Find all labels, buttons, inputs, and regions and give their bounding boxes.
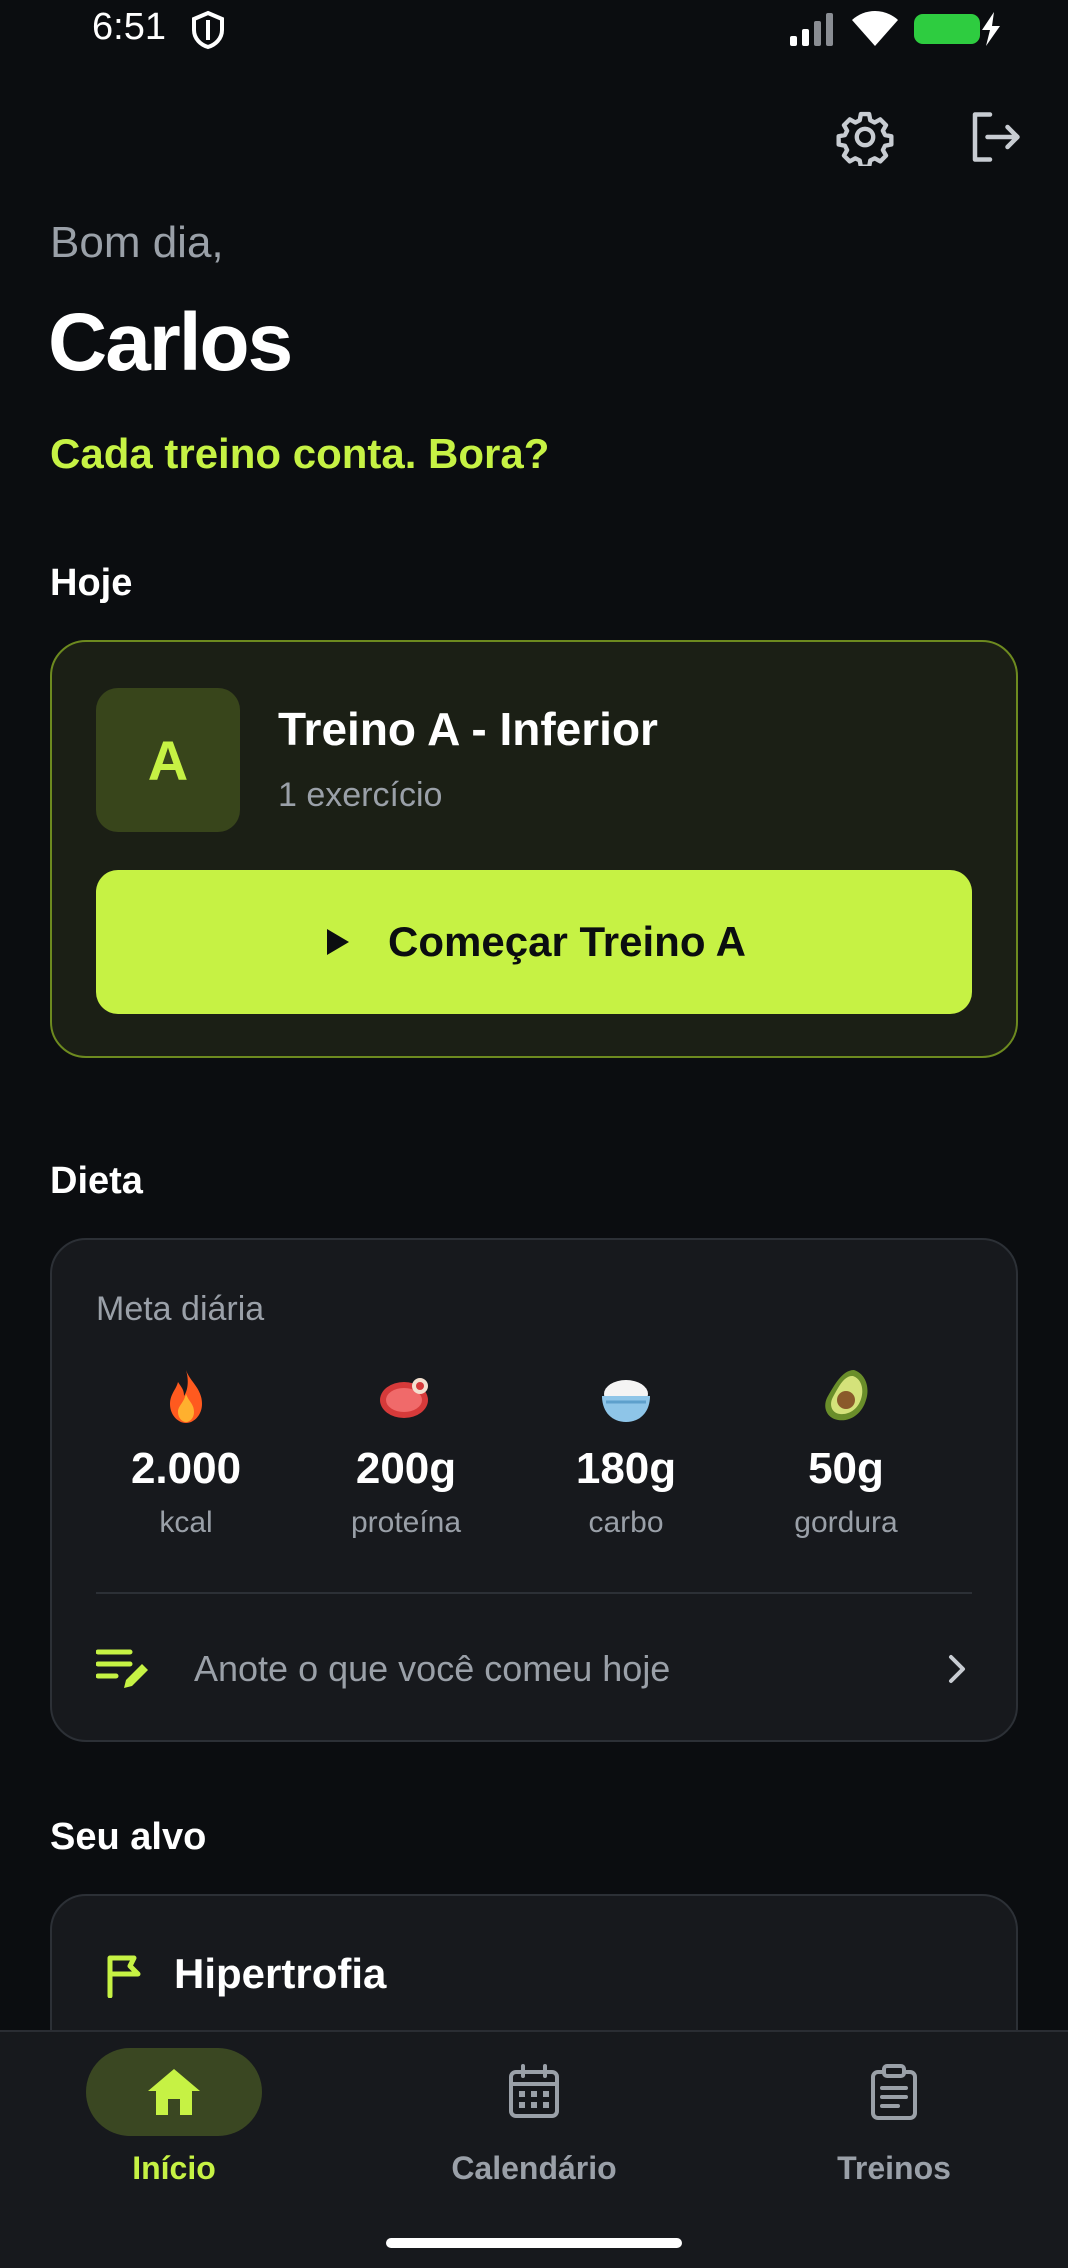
nav-label: Treinos: [837, 2150, 951, 2186]
exercise-count: 1 exercício: [278, 776, 443, 814]
macro-calories: 2.000 kcal: [76, 1366, 296, 1556]
start-workout-label: Começar Treino A: [388, 918, 746, 965]
flag-icon: [107, 1955, 141, 1998]
macro-value: 180g: [575, 1444, 677, 1493]
nav-label: Início: [132, 2150, 216, 2186]
macros-row: 2.000 kcal 200g proteína 180g carbo 50g …: [76, 1366, 996, 1556]
today-workout-card: A Treino A - Inferior 1 exercício Começa…: [50, 640, 1018, 1058]
nav-item-home[interactable]: Início: [24, 2048, 324, 2198]
logout-icon: [972, 112, 1020, 162]
section-title-goal: Seu alvo: [50, 1816, 207, 1858]
home-indicator[interactable]: [386, 2238, 682, 2248]
diet-card: Meta diária 2.000 kcal 200g proteína 180…: [50, 1238, 1018, 1742]
home-screen: 6:51 Bom dia, Carlos Cada treino conta. …: [0, 0, 1068, 2268]
nav-icon-container: [806, 2048, 982, 2136]
nav-label: Calendário: [451, 2150, 617, 2186]
status-time: 6:51: [92, 6, 166, 48]
logout-button[interactable]: [960, 102, 1030, 172]
calendar-icon: [509, 2064, 559, 2118]
wifi-icon: [852, 11, 898, 46]
meat-icon: [380, 1378, 428, 1418]
nav-item-calendar[interactable]: Calendário: [384, 2048, 684, 2198]
motivation-text: Cada treino conta. Bora?: [50, 430, 550, 477]
chevron-right-icon: [949, 1655, 965, 1683]
workout-badge: A: [96, 688, 240, 832]
start-workout-button[interactable]: Começar Treino A: [96, 870, 972, 1014]
nav-icon-container: [446, 2048, 622, 2136]
status-bar: 6:51: [0, 0, 1068, 58]
macro-carbs: 180g carbo: [516, 1366, 736, 1556]
clipboard-icon: [871, 2064, 917, 2120]
user-name: Carlos: [48, 297, 293, 388]
settings-button[interactable]: [830, 102, 900, 172]
food-log-row[interactable]: Anote o que você comeu hoje: [96, 1594, 972, 1744]
macro-unit: gordura: [794, 1506, 898, 1539]
nav-item-workouts[interactable]: Treinos: [744, 2048, 1044, 2198]
macro-unit: carbo: [588, 1506, 664, 1539]
home-icon: [148, 2069, 200, 2115]
gear-icon: [836, 111, 894, 166]
macro-protein: 200g proteína: [296, 1366, 516, 1556]
food-log-prompt: Anote o que você comeu hoje: [194, 1648, 671, 1689]
macro-unit: proteína: [350, 1506, 462, 1539]
workout-name: Treino A - Inferior: [278, 703, 658, 755]
greeting-text: Bom dia,: [50, 218, 224, 267]
avocado-icon: [825, 1370, 868, 1421]
section-title-today: Hoje: [50, 562, 133, 604]
play-icon: [327, 929, 350, 955]
battery-charging-icon: [914, 12, 1000, 46]
section-title-diet: Dieta: [50, 1160, 143, 1202]
edit-notes-icon: [96, 1649, 148, 1688]
shield-icon: [192, 10, 224, 50]
macro-value: 200g: [355, 1444, 457, 1493]
macro-value: 2.000: [130, 1444, 242, 1493]
goal-name: Hipertrofia: [174, 1950, 387, 1997]
cell-signal-icon: [790, 13, 833, 46]
macro-unit: kcal: [159, 1506, 213, 1539]
nav-active-indicator: [86, 2048, 262, 2136]
rice-bowl-icon: [602, 1380, 650, 1422]
daily-goal-label: Meta diária: [96, 1290, 265, 1328]
bottom-navigation: Início Calendário Treinos: [0, 2030, 1068, 2268]
macro-fat: 50g gordura: [736, 1366, 956, 1556]
fire-icon: [170, 1370, 202, 1423]
macro-value: 50g: [808, 1444, 884, 1493]
